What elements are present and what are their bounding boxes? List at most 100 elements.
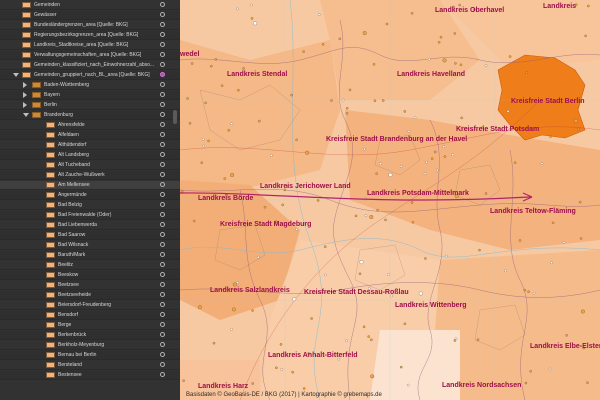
layer-row[interactable]: Berlin: [0, 101, 180, 110]
layer-row[interactable]: Alt Zauche-Wußwerk: [0, 171, 180, 180]
layer-row[interactable]: Beiersdorf-Freudenberg: [0, 301, 180, 310]
district-label: Kreisfreie Stadt Dessau-Roßlau: [304, 289, 409, 296]
visibility-toggle-icon[interactable]: [160, 212, 165, 217]
district-label: Landkreis Jerichower Land: [260, 183, 351, 190]
visibility-toggle-icon[interactable]: [160, 152, 165, 157]
layer-row[interactable]: Beetzsee: [0, 281, 180, 290]
expand-triangle-down-icon[interactable]: [13, 73, 19, 77]
visibility-toggle-icon[interactable]: [160, 372, 165, 377]
visibility-toggle-icon[interactable]: [160, 42, 165, 47]
layer-row[interactable]: Baruth/Mark: [0, 251, 180, 260]
layer-label: Regierungsbezirksgrenzen_area [Quelle: B…: [34, 32, 139, 38]
visibility-toggle-icon[interactable]: [160, 92, 165, 97]
layer-row[interactable]: Alt Tucheband: [0, 161, 180, 170]
layer-thumbnail-icon: [46, 252, 55, 258]
layer-label: Bad Saarow: [58, 232, 86, 238]
town-marker: [403, 110, 407, 113]
layer-label: Berlin: [44, 102, 57, 108]
district-label: Landkreis Börde: [198, 195, 253, 202]
layer-row[interactable]: Verwaltungsgemeinschaften_area [Quelle: …: [0, 51, 180, 60]
layer-row[interactable]: Angermünde: [0, 191, 180, 200]
visibility-toggle-icon[interactable]: [160, 282, 165, 287]
visibility-toggle-icon[interactable]: [160, 232, 165, 237]
expand-triangle-down-icon[interactable]: [23, 113, 29, 117]
visibility-toggle-icon[interactable]: [160, 342, 165, 347]
visibility-toggle-icon[interactable]: [160, 102, 165, 107]
visibility-toggle-icon[interactable]: [160, 272, 165, 277]
visibility-toggle-icon[interactable]: [160, 352, 165, 357]
layers-scrollbar[interactable]: [173, 110, 177, 124]
layer-row[interactable]: Brandenburg: [0, 111, 180, 120]
layer-thumbnail-icon: [46, 372, 55, 378]
expand-triangle-right-icon[interactable]: [23, 102, 27, 108]
layer-row[interactable]: Beetzseeheide: [0, 291, 180, 300]
town-marker: [317, 13, 321, 16]
layer-row[interactable]: Regierungsbezirksgrenzen_area [Quelle: B…: [0, 31, 180, 40]
visibility-toggle-icon[interactable]: [160, 32, 165, 37]
visibility-toggle-icon[interactable]: [160, 122, 165, 127]
visibility-toggle-icon[interactable]: [160, 192, 165, 197]
layer-row[interactable]: Baden-Württemberg: [0, 81, 180, 90]
layer-row[interactable]: Gemeinden_klassifiziert_nach_Einwohnerza…: [0, 61, 180, 70]
visibility-toggle-icon[interactable]: [160, 162, 165, 167]
layer-row[interactable]: Beelitz: [0, 261, 180, 270]
visibility-toggle-icon[interactable]: [160, 132, 165, 137]
layer-row[interactable]: Bestensee: [0, 371, 180, 380]
layer-row[interactable]: Bad Wilsnack: [0, 241, 180, 250]
layer-row[interactable]: Bernau bei Berlin: [0, 351, 180, 360]
layer-row[interactable]: Althüttendorf: [0, 141, 180, 150]
town-marker: [577, 127, 580, 131]
visibility-toggle-icon[interactable]: [160, 82, 165, 87]
visibility-toggle-icon[interactable]: [160, 142, 165, 147]
visibility-toggle-icon[interactable]: [160, 292, 165, 297]
visibility-toggle-icon[interactable]: [160, 362, 165, 367]
visibility-toggle-icon[interactable]: [160, 312, 165, 317]
layer-row[interactable]: Ahrensfelde: [0, 121, 180, 130]
layer-row[interactable]: Bad Liebenwerda: [0, 221, 180, 230]
expand-triangle-right-icon[interactable]: [23, 92, 27, 98]
visibility-toggle-icon[interactable]: [160, 172, 165, 177]
layer-row[interactable]: Berkenbrück: [0, 331, 180, 340]
layer-row[interactable]: Alfeldaen: [0, 131, 180, 140]
visibility-toggle-icon[interactable]: [160, 242, 165, 247]
visibility-toggle-icon[interactable]: [160, 72, 165, 77]
layer-row[interactable]: Bayern: [0, 91, 180, 100]
visibility-toggle-icon[interactable]: [160, 252, 165, 257]
layer-row[interactable]: Beeskow: [0, 271, 180, 280]
layer-row[interactable]: Am Mellensee: [0, 181, 180, 190]
visibility-toggle-icon[interactable]: [160, 322, 165, 327]
layer-row[interactable]: Berkholz-Meyenburg: [0, 341, 180, 350]
layer-row[interactable]: Alt Landsberg: [0, 151, 180, 160]
visibility-toggle-icon[interactable]: [160, 222, 165, 227]
layer-row[interactable]: Gemeinden: [0, 1, 180, 10]
layer-row[interactable]: Bersteland: [0, 361, 180, 370]
layer-row[interactable]: Landkreis_Stadtkreise_area [Quelle: BKG]: [0, 41, 180, 50]
visibility-toggle-icon[interactable]: [160, 52, 165, 57]
layer-row[interactable]: Gewässer: [0, 11, 180, 20]
visibility-toggle-icon[interactable]: [160, 302, 165, 307]
layer-row[interactable]: Gemeinden_gruppiert_nach_BL_area [Quelle…: [0, 71, 180, 80]
layer-row[interactable]: Berge: [0, 321, 180, 330]
town-marker: [437, 41, 441, 44]
expand-triangle-right-icon[interactable]: [23, 82, 27, 88]
visibility-toggle-icon[interactable]: [160, 112, 165, 117]
layer-row[interactable]: Bad Saarow: [0, 231, 180, 240]
layer-row[interactable]: Bensdorf: [0, 311, 180, 320]
visibility-toggle-icon[interactable]: [160, 182, 165, 187]
layer-thumbnail-icon: [46, 312, 55, 318]
layer-row[interactable]: Bundesländergrenzen_area [Quelle: BKG]: [0, 21, 180, 30]
visibility-toggle-icon[interactable]: [160, 62, 165, 67]
town-marker: [212, 341, 216, 345]
town-marker: [230, 328, 233, 331]
town-marker: [376, 208, 379, 212]
layer-thumbnail-icon: [46, 362, 55, 368]
visibility-toggle-icon[interactable]: [160, 12, 165, 17]
visibility-toggle-icon[interactable]: [160, 22, 165, 27]
map-canvas[interactable]: Landkreis Oberhavel Landkreis Havelland Kr…: [180, 0, 600, 400]
layer-row[interactable]: Bad Freienwalde (Oder): [0, 211, 180, 220]
visibility-toggle-icon[interactable]: [160, 202, 165, 207]
visibility-toggle-icon[interactable]: [160, 332, 165, 337]
visibility-toggle-icon[interactable]: [160, 262, 165, 267]
visibility-toggle-icon[interactable]: [160, 2, 165, 7]
layer-row[interactable]: Bad Belzig: [0, 201, 180, 210]
